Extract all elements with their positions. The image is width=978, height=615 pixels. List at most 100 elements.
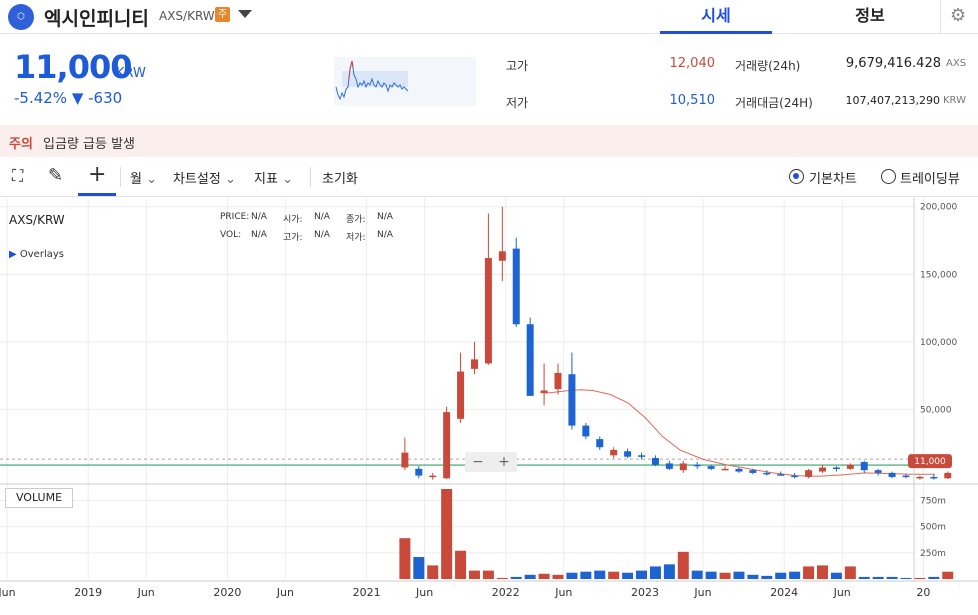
x-tick-label: Jun: [833, 586, 851, 599]
open-value: N/A: [314, 212, 330, 222]
volume-bar: [468, 570, 480, 579]
zoom-out-button[interactable]: −: [465, 452, 491, 472]
indicators-button[interactable]: 지표 ⌄: [254, 168, 293, 187]
volume-tick-label: 750m: [920, 497, 946, 507]
warning-text: 입금량 급등 발생: [43, 137, 135, 152]
volume-bar: [900, 577, 912, 579]
candle-body: [805, 470, 813, 477]
chart-settings-button[interactable]: 차트설정 ⌄: [173, 168, 236, 187]
volume-bar: [441, 489, 453, 579]
close-value: N/A: [377, 212, 393, 222]
trading-pair: AXS/KRW: [159, 9, 215, 23]
volume-tick-label: 500m: [920, 523, 946, 533]
volume-bar: [928, 576, 940, 579]
high-value: N/A: [314, 230, 330, 240]
candle-body: [818, 467, 826, 472]
candle-body: [749, 470, 757, 473]
candle-body: [651, 458, 659, 465]
zoom-in-button[interactable]: +: [491, 452, 517, 472]
volume-title[interactable]: VOLUME: [5, 488, 73, 508]
volume-bar: [830, 572, 842, 579]
price-label: PRICE:: [220, 212, 250, 222]
x-tick-label: Jun: [0, 586, 16, 599]
crosshair-active-indicator: [78, 157, 116, 196]
basic-chart-radio[interactable]: [789, 169, 804, 184]
candle-body: [944, 472, 952, 479]
y-tick-label: 200,000: [920, 203, 957, 213]
candle-body: [638, 455, 646, 457]
volume-bar: [844, 566, 856, 579]
coin-select-chevron-down-icon[interactable]: [238, 10, 252, 18]
candle-body: [457, 371, 465, 419]
indicators-label: 지표: [254, 172, 278, 187]
volume-bar: [510, 576, 522, 579]
candle-body: [721, 468, 729, 471]
price-chart[interactable]: 200,000 150,000 100,000 50,000 750m 500m 250m J…: [0, 198, 978, 611]
warning-banner: 주의 입금량 급등 발생: [0, 125, 978, 157]
candle-body: [874, 470, 882, 473]
close-label: 종가:: [346, 215, 366, 225]
fullscreen-icon[interactable]: ⛶: [12, 166, 23, 186]
x-tick-label: 2021: [353, 586, 381, 599]
x-tick-label: Jun: [693, 586, 711, 599]
coin-logo-icon: ⬡: [8, 4, 34, 30]
high-label: 고가:: [283, 233, 303, 243]
volume-bar: [594, 570, 606, 579]
x-tick-label: Jun: [415, 586, 433, 599]
tradingview-label[interactable]: 트레이딩뷰: [900, 168, 960, 187]
chart-canvas: 200,000 150,000 100,000 50,000 750m 500m 250m J…: [0, 198, 978, 599]
x-tick-label: Jun: [137, 586, 155, 599]
volume-value: 9,679,416.428: [845, 56, 941, 71]
amount-unit: KRW: [943, 95, 966, 106]
reset-button[interactable]: 초기화: [322, 168, 358, 187]
volume-bar: [622, 572, 634, 579]
candle-body: [470, 359, 478, 369]
chart-toolbar: ⛶ ✎ + 월 ⌄ 차트설정 ⌄ 지표 ⌄ 초기화 기본차트 트레이딩뷰: [0, 157, 978, 197]
x-tick-label: 2022: [492, 586, 520, 599]
x-tick-label: 2023: [631, 586, 659, 599]
volume-bar: [427, 565, 439, 579]
volume-bar: [552, 574, 564, 579]
candle-body: [568, 374, 576, 426]
volume-label: 거래량(24h): [735, 59, 801, 73]
chart-symbol: AXS/KRW: [9, 213, 65, 227]
candle-body: [707, 466, 715, 469]
period-select[interactable]: 월 ⌄: [130, 168, 157, 187]
candle-body: [679, 463, 687, 471]
candle-body: [526, 324, 534, 396]
open-label: 시가:: [283, 215, 303, 225]
volume-bar: [761, 575, 773, 579]
gear-icon[interactable]: ⚙: [950, 5, 966, 26]
pencil-icon[interactable]: ✎: [48, 165, 63, 186]
x-tick-label: Jun: [276, 586, 294, 599]
low-label: 저가: [506, 96, 529, 110]
zoom-controls: − +: [465, 452, 517, 472]
candle-body: [610, 449, 618, 456]
volume-bar: [413, 557, 425, 579]
volume-bar: [482, 570, 494, 579]
candle-body: [596, 439, 604, 448]
low-label: 저가:: [346, 233, 366, 243]
volume-unit: AXS: [946, 58, 967, 69]
candle-body: [902, 475, 910, 478]
volume-bar: [719, 572, 731, 579]
mini-price-sparkline: [334, 57, 476, 106]
x-tick-label: Jun: [554, 586, 572, 599]
volume-bar: [775, 572, 787, 579]
price-change: -5.42% ▼ -630: [14, 89, 123, 107]
candle-body: [540, 390, 548, 394]
candle-body: [777, 474, 785, 476]
tab-price[interactable]: 시세: [660, 0, 772, 34]
basic-chart-label[interactable]: 기본차트: [809, 168, 857, 187]
volume-bar: [538, 573, 550, 579]
divider: [310, 167, 311, 187]
current-price: 11,000: [14, 48, 132, 86]
amount-label: 거래대금(24H): [735, 96, 813, 110]
tab-info[interactable]: 정보: [814, 0, 926, 34]
tradingview-radio[interactable]: [881, 169, 896, 184]
low-value: N/A: [377, 230, 393, 240]
header-bar: ⬡ 엑시인피니티 AXS/KRW 주 시세 정보 ⚙: [0, 0, 978, 34]
overlays-toggle[interactable]: ▶ Overlays: [9, 249, 64, 260]
candle-body: [484, 258, 492, 364]
caution-badge: 주: [215, 7, 230, 22]
